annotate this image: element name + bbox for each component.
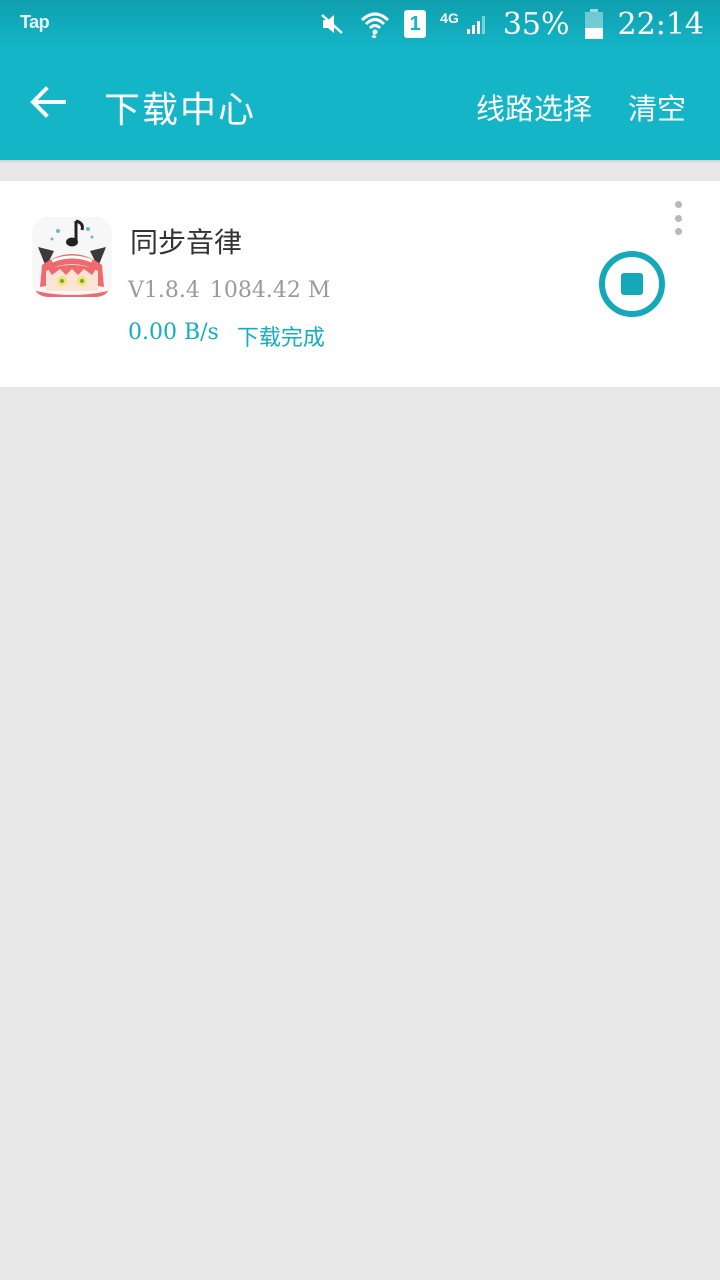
sim-icon: 1 [404, 10, 427, 38]
download-status: 0.00 B/s 下载完成 [128, 320, 325, 352]
signal-icon [465, 12, 489, 36]
app-meta: V1.8.4 1084.42 M [128, 278, 330, 303]
stop-icon [621, 273, 643, 295]
download-speed: 0.00 B/s [128, 320, 219, 345]
status-bar: Tap 1 4G 35% 22:14 [0, 0, 720, 48]
more-vertical-icon[interactable] [666, 201, 690, 235]
download-item[interactable]: 同步音律 V1.8.4 1084.42 M 0.00 B/s 下载完成 [0, 181, 720, 387]
mute-icon [320, 12, 346, 36]
notification-app-tag: Tap [20, 12, 50, 32]
battery-percentage: 35% [502, 6, 570, 42]
wifi-icon [360, 10, 390, 38]
arrow-left-icon [30, 86, 66, 122]
clock: 22:14 [617, 6, 704, 42]
back-button[interactable] [24, 80, 72, 128]
app-bar: 下载中心 线路选择 清空 [0, 48, 720, 160]
battery-icon [584, 9, 604, 39]
app-bar-shadow [0, 160, 720, 162]
network-type-label: 4G [440, 10, 459, 26]
status-icons: 1 4G 35% 22:14 [320, 0, 704, 48]
download-state: 下载完成 [236, 326, 325, 351]
app-icon [32, 217, 112, 297]
stop-button[interactable] [599, 251, 665, 317]
page-title: 下载中心 [104, 90, 257, 131]
app-size: 1084.42 M [209, 278, 331, 303]
route-select-button[interactable]: 线路选择 [476, 86, 592, 128]
app-version: V1.8.4 [128, 278, 200, 303]
clear-button[interactable]: 清空 [628, 86, 686, 128]
app-name: 同步音律 [130, 226, 243, 259]
